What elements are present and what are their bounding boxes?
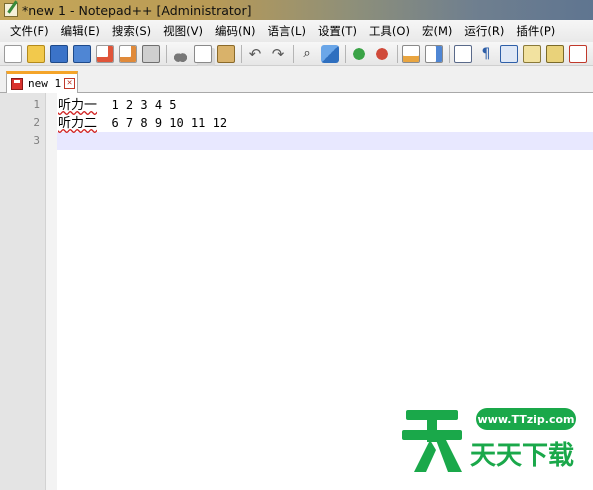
show-all-chars-icon[interactable]: ¶ xyxy=(477,45,495,63)
line-values: 6 7 8 9 10 11 12 xyxy=(97,116,228,130)
unsaved-file-icon xyxy=(11,77,23,90)
paste-icon[interactable] xyxy=(217,44,235,63)
watermark-url: www.TTzip.com xyxy=(478,413,575,426)
close-all-icon[interactable] xyxy=(119,44,137,63)
sync-horizontal-icon[interactable] xyxy=(425,44,443,63)
code-line[interactable]: 听力一 1 2 3 4 5 xyxy=(58,96,177,114)
current-line-highlight xyxy=(57,132,593,150)
cut-icon[interactable] xyxy=(171,44,189,63)
word-wrap-icon[interactable] xyxy=(454,44,472,63)
sync-vertical-icon[interactable] xyxy=(402,44,420,63)
close-icon[interactable] xyxy=(96,44,114,63)
find-icon[interactable]: ⌕ xyxy=(298,45,316,63)
line-number: 2 xyxy=(33,116,40,129)
tab-new-1[interactable]: new 1 ✕ xyxy=(6,71,78,93)
new-file-icon[interactable] xyxy=(4,44,22,63)
line-label: 听力二 xyxy=(58,116,98,131)
menu-view[interactable]: 视图(V) xyxy=(157,23,209,39)
tab-close-icon[interactable]: ✕ xyxy=(64,78,76,89)
toolbar-separator xyxy=(397,44,398,63)
menu-bar: 文件(F) 编辑(E) 搜索(S) 视图(V) 编码(N) 语言(L) 设置(T… xyxy=(0,20,593,42)
code-line[interactable]: 听力二 6 7 8 9 10 11 12 xyxy=(58,114,227,132)
toolbar-separator xyxy=(166,44,167,63)
open-file-icon[interactable] xyxy=(27,44,45,63)
tab-label: new 1 xyxy=(28,77,62,90)
toolbar-separator xyxy=(449,44,450,63)
doc-map-icon[interactable] xyxy=(523,44,541,63)
line-number-gutter: 1 2 3 xyxy=(0,93,46,490)
print-icon[interactable] xyxy=(142,44,160,63)
big-tian-glyph xyxy=(402,410,462,472)
ttzip-watermark-logo: www.TTzip.com 天天下载 xyxy=(400,400,593,490)
toolbar: ↶ ↷ ⌕ ¶ xyxy=(0,42,593,66)
menu-tools[interactable]: 工具(O) xyxy=(363,23,416,39)
menu-macro[interactable]: 宏(M) xyxy=(416,23,458,39)
folder-workspace-icon[interactable] xyxy=(569,44,587,63)
function-list-icon[interactable] xyxy=(546,44,564,63)
line-number: 3 xyxy=(33,134,40,147)
watermark-logo-graphic: www.TTzip.com 天天下载 xyxy=(402,408,576,472)
menu-language[interactable]: 语言(L) xyxy=(262,23,312,39)
notepad-app-icon[interactable] xyxy=(4,3,18,17)
menu-file[interactable]: 文件(F) xyxy=(4,23,55,39)
undo-icon[interactable]: ↶ xyxy=(246,45,264,63)
watermark-brand: 天天下载 xyxy=(470,441,574,471)
tab-bar: new 1 ✕ xyxy=(0,66,593,93)
save-icon[interactable] xyxy=(50,44,68,63)
title-bar: *new 1 - Notepad++ [Administrator] xyxy=(0,0,593,20)
menu-search[interactable]: 搜索(S) xyxy=(106,23,157,39)
zoom-out-icon[interactable] xyxy=(373,44,391,63)
line-number: 1 xyxy=(33,98,40,111)
menu-run[interactable]: 运行(R) xyxy=(458,23,510,39)
menu-edit[interactable]: 编辑(E) xyxy=(55,23,106,39)
redo-icon[interactable]: ↷ xyxy=(269,45,287,63)
indent-guide-icon[interactable] xyxy=(500,44,518,63)
fold-margin[interactable] xyxy=(46,93,57,490)
toolbar-separator xyxy=(293,44,294,63)
menu-encoding[interactable]: 编码(N) xyxy=(209,23,262,39)
menu-plugins[interactable]: 插件(P) xyxy=(510,23,561,39)
copy-icon[interactable] xyxy=(194,44,212,63)
window-title: *new 1 - Notepad++ [Administrator] xyxy=(22,2,252,18)
menu-settings[interactable]: 设置(T) xyxy=(312,23,363,39)
save-all-icon[interactable] xyxy=(73,44,91,63)
toolbar-separator xyxy=(241,44,242,63)
replace-icon[interactable] xyxy=(321,44,339,63)
line-label: 听力一 xyxy=(58,98,98,113)
line-values: 1 2 3 4 5 xyxy=(97,98,177,112)
toolbar-separator xyxy=(345,44,346,63)
zoom-in-icon[interactable] xyxy=(350,44,368,63)
